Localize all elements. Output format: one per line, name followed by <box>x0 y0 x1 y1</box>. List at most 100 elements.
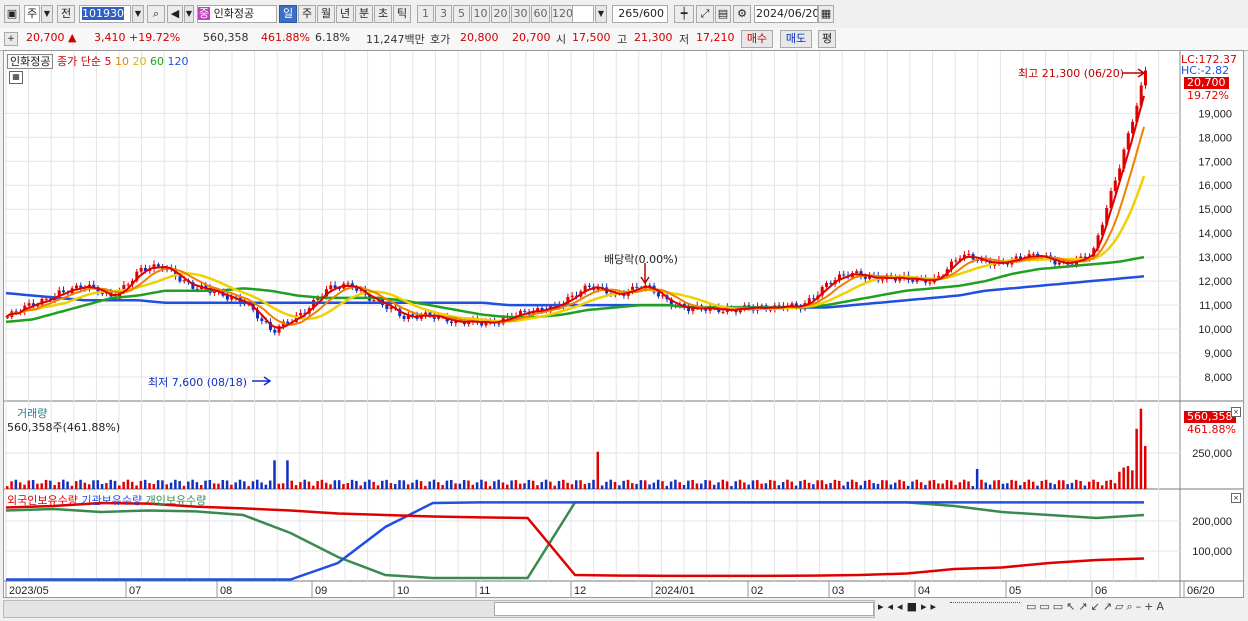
volume-bar <box>1070 482 1074 489</box>
volume-bar <box>687 480 690 489</box>
interval-button-5[interactable]: 5 <box>453 5 470 23</box>
volume-bar <box>467 480 470 489</box>
indicator-icon[interactable]: ⤢ <box>696 5 714 23</box>
evaluate-button[interactable]: 평 <box>818 30 836 48</box>
interval-button-3[interactable]: 3 <box>435 5 452 23</box>
volume-bar <box>1014 480 1018 489</box>
candle-body <box>855 271 859 274</box>
candle-body <box>635 286 639 288</box>
volume-bar <box>230 484 233 489</box>
chart-canvas[interactable]: 8,000 9,000 10,000 11,000 12,000 13,000 14,000… <box>4 51 1243 597</box>
volume-bar <box>859 485 862 489</box>
sound-dropdown-icon[interactable]: ▼ <box>184 5 194 23</box>
table-toggle-icon[interactable]: ▦ <box>9 71 23 84</box>
chevron-down-icon[interactable]: ▼ <box>41 5 53 23</box>
volume-bar <box>781 482 785 489</box>
prev-button[interactable]: 전 <box>57 5 75 23</box>
volume-bar <box>695 483 699 489</box>
date-input[interactable]: 2024/06/20 <box>754 5 818 23</box>
volume-bar <box>919 482 923 489</box>
code-dropdown-icon[interactable]: ▼ <box>132 5 144 23</box>
volume-bar <box>484 481 487 489</box>
period-button-0[interactable]: 일 <box>279 5 297 23</box>
interval-dropdown-icon[interactable]: ▼ <box>595 5 607 23</box>
candle-body <box>74 285 78 289</box>
gear-icon[interactable]: ⚙ <box>733 5 751 23</box>
candle-body <box>346 283 350 285</box>
volume-bar <box>600 485 604 489</box>
sound-icon[interactable]: ◀ <box>167 5 183 23</box>
date-axis-label: 06 <box>1095 585 1107 597</box>
candle-type-icon[interactable]: ┿ <box>674 5 694 23</box>
volume-bar <box>277 483 281 489</box>
period-button-3[interactable]: 년 <box>336 5 354 23</box>
volume-bar <box>652 482 656 489</box>
period-button-5[interactable]: 초 <box>374 5 392 23</box>
interval-button-60[interactable]: 60 <box>531 5 550 23</box>
interval-button-1[interactable]: 1 <box>417 5 434 23</box>
candle-body <box>178 276 182 282</box>
chart-tools-icons[interactable]: ▭▭▭↖↗↙↗▱⌕–+A <box>1026 600 1167 614</box>
candle-body <box>911 279 915 282</box>
volume-bar <box>501 482 505 489</box>
interval-button-10[interactable]: 10 <box>471 5 490 23</box>
interval-button-30[interactable]: 30 <box>511 5 530 23</box>
volume-bar <box>1083 485 1087 489</box>
period-button-2[interactable]: 월 <box>317 5 335 23</box>
buy-button[interactable]: 매수 <box>741 30 773 48</box>
period-button-4[interactable]: 분 <box>355 5 373 23</box>
volume-bar <box>669 481 673 489</box>
stock-code-value: 101930 <box>82 7 124 20</box>
holdings-close-icon[interactable]: × <box>1231 493 1241 503</box>
stock-name-box[interactable]: 중 인화정공 <box>197 5 277 23</box>
volume-bar <box>945 480 949 489</box>
holdings-axis-label: 200,000 <box>1192 516 1232 528</box>
candle-body <box>156 264 160 267</box>
custom-interval-input[interactable] <box>572 5 594 23</box>
interval-button-120[interactable]: 120 <box>551 5 573 23</box>
volume-bar <box>411 482 414 489</box>
volume-bar <box>260 482 263 489</box>
volume-bar <box>182 485 186 489</box>
legend-ma-label: 종가 단순 <box>56 55 101 68</box>
volume-bar <box>18 482 22 489</box>
low-label: 저 <box>679 33 690 46</box>
date-axis-label: 2023/05 <box>9 585 49 597</box>
period-button-1[interactable]: 주 <box>298 5 316 23</box>
volume-bar <box>96 480 100 489</box>
playback-controls[interactable]: ▸◂◂■▸▸ <box>878 600 940 613</box>
search-icon[interactable]: ⌕ <box>147 5 165 23</box>
market-type-select[interactable]: 주 <box>24 5 40 23</box>
volume-bar <box>962 479 966 489</box>
candle-body <box>355 288 359 291</box>
expand-icon[interactable]: + <box>4 32 18 46</box>
volume-bar <box>773 480 776 489</box>
interval-button-20[interactable]: 20 <box>491 5 510 23</box>
chart-area[interactable]: 8,000 9,000 10,000 11,000 12,000 13,000 14,000… <box>3 50 1244 598</box>
volume-bar <box>113 480 117 489</box>
stock-code-input[interactable]: 101930 <box>79 5 131 23</box>
volume-bar <box>92 480 95 489</box>
volume-ratio: 461.88% <box>261 31 310 44</box>
range-slider[interactable] <box>950 602 1020 603</box>
sell-button[interactable]: 매도 <box>780 30 812 48</box>
volume-bar <box>868 479 871 489</box>
scrollbar-thumb[interactable] <box>494 602 874 616</box>
candle-body <box>954 260 958 262</box>
scrollbar-track[interactable] <box>3 600 875 618</box>
volume-bar <box>221 480 225 489</box>
period-button-6[interactable]: 틱 <box>393 5 411 23</box>
volume-bar <box>613 481 617 489</box>
legend-stock-name[interactable]: 인화정공 <box>7 54 54 69</box>
volume-bar <box>337 480 341 489</box>
window-menu-icon[interactable]: ▣ <box>4 5 20 23</box>
calendar-icon[interactable]: ▦ <box>818 5 834 23</box>
volume-bar <box>760 483 763 489</box>
volume-close-icon[interactable]: × <box>1231 407 1241 417</box>
save-icon[interactable]: ▤ <box>715 5 731 23</box>
bar-count-field[interactable]: 265/600 <box>612 5 668 23</box>
volume-bar <box>643 480 647 489</box>
volume-bar <box>441 484 444 489</box>
volume-bar <box>156 480 160 489</box>
volume-bar <box>178 481 181 489</box>
